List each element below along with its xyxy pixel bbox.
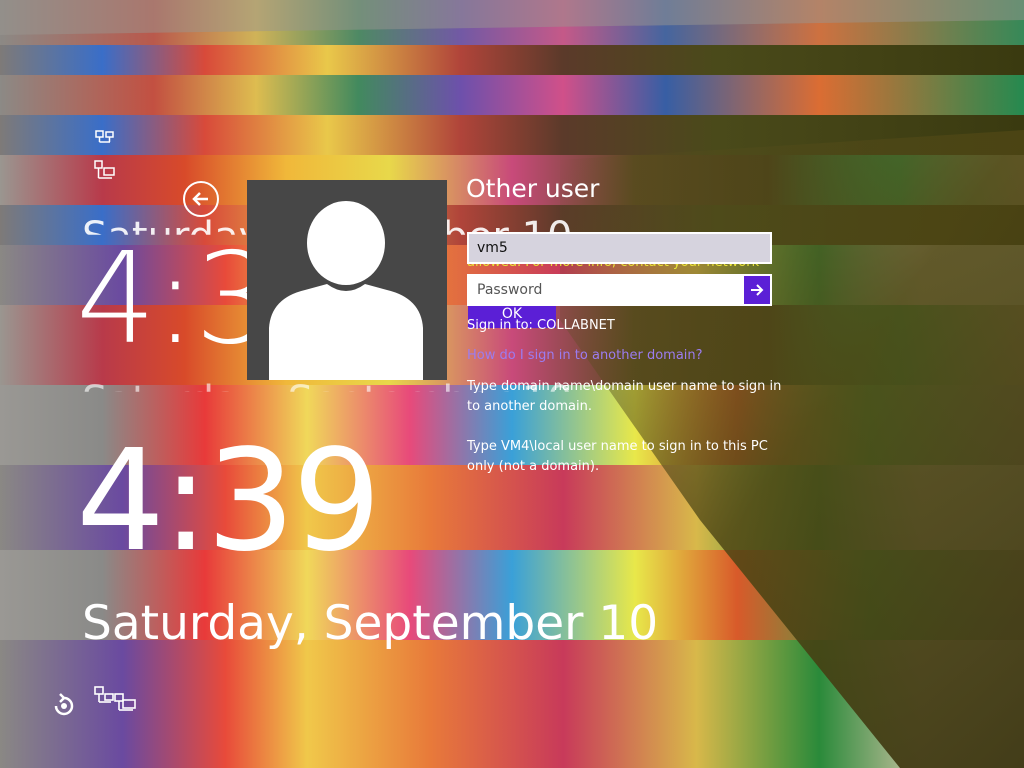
help-text-domain: Type domain name\domain user name to sig…	[467, 379, 782, 414]
username-field[interactable]	[467, 232, 772, 264]
network-icon	[94, 160, 115, 179]
arrow-right-icon	[751, 284, 764, 296]
submit-button[interactable]	[742, 274, 772, 306]
network-icon-top	[94, 130, 116, 152]
help-text-local: Type VM4\local user name to sign in to t…	[467, 439, 768, 474]
sign-in-domain-label: Sign in to: COLLABNET	[467, 318, 615, 333]
lock-screen: Saturday, September 10 4:3 Saturday, Sep…	[0, 0, 1024, 768]
password-field[interactable]	[467, 274, 742, 306]
network-icon	[95, 130, 114, 143]
clock-time: 4:39	[76, 420, 381, 583]
clock-date: Saturday, September 10	[82, 596, 659, 651]
user-silhouette-icon	[269, 201, 423, 380]
back-button[interactable]	[183, 181, 219, 217]
domain-help-link[interactable]: How do I sign in to another domain?	[467, 348, 703, 363]
network-icon	[94, 686, 136, 711]
avatar	[247, 180, 447, 380]
ease-of-access-button[interactable]	[50, 692, 78, 724]
network-button[interactable]	[93, 686, 139, 720]
user-title: Other user	[466, 174, 600, 203]
back-arrow-icon	[192, 192, 208, 206]
ghost-time: 4:3	[76, 225, 275, 372]
ease-of-access-icon	[54, 693, 74, 716]
network-icon-top-2	[94, 160, 118, 186]
